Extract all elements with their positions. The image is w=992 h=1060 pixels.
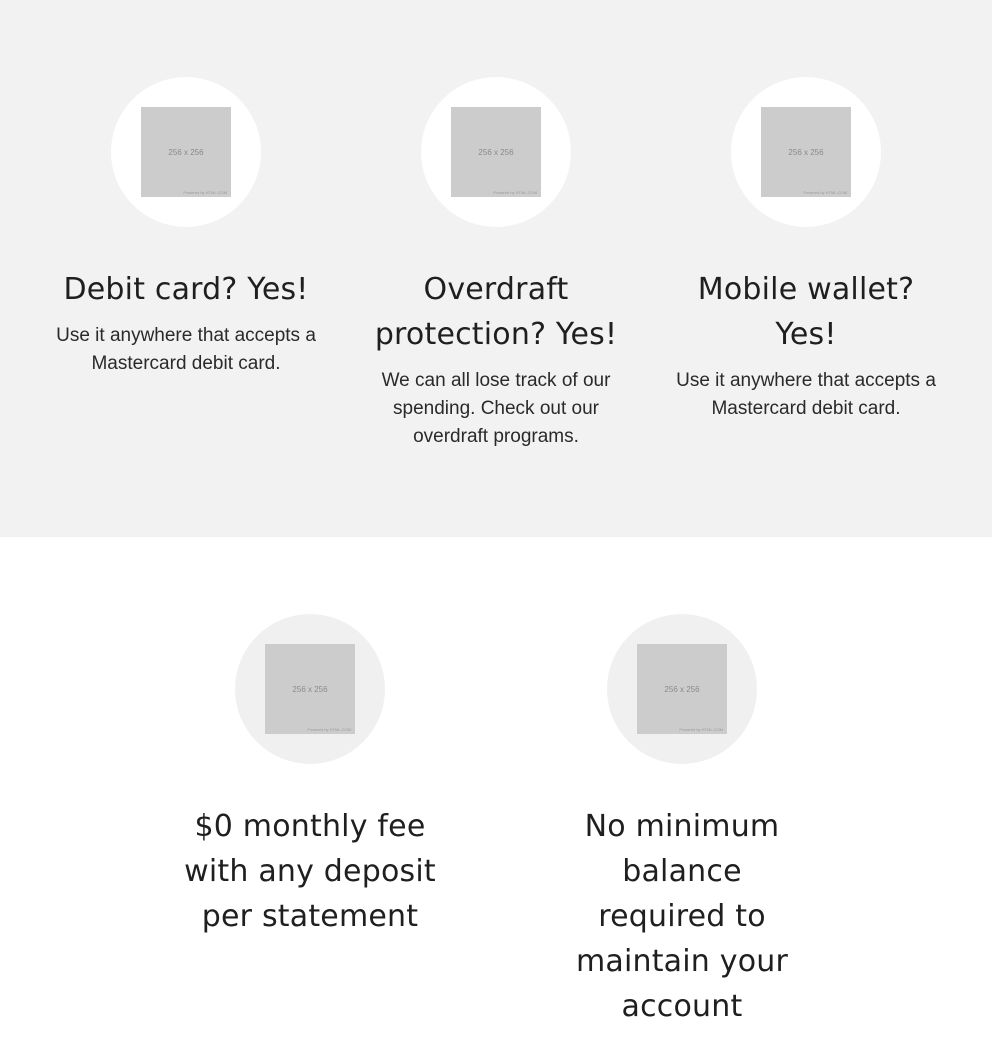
placeholder-size-label: 256 x 256 xyxy=(168,147,204,157)
placeholder-size-label: 256 x 256 xyxy=(478,147,514,157)
placeholder-size-label: 256 x 256 xyxy=(788,147,824,157)
feature-title: No minimum balance required to maintain … xyxy=(575,809,789,1024)
feature-icon-circle: 256 x 256 Powered by HTML.COM xyxy=(111,77,261,227)
feature-debit-card: 256 x 256 Powered by HTML.COM Debit card… xyxy=(46,77,326,378)
feature-title: Debit card? Yes! xyxy=(63,272,309,307)
feature-overdraft-protection: 256 x 256 Powered by HTML.COM Overdraft … xyxy=(356,77,636,451)
feature-title: Mobile wallet? Yes! xyxy=(697,272,915,352)
placeholder-credit: Powered by HTML.COM xyxy=(803,190,847,195)
feature-title: $0 monthly fee with any deposit per stat… xyxy=(184,809,436,934)
feature-description: Use it anywhere that accepts a Mastercar… xyxy=(56,325,316,374)
feature-icon-circle: 256 x 256 Powered by HTML.COM xyxy=(421,77,571,227)
placeholder-size-label: 256 x 256 xyxy=(664,684,700,694)
feature-minimum-balance: 256 x 256 Powered by HTML.COM No minimum… xyxy=(542,614,822,1029)
placeholder-image: 256 x 256 Powered by HTML.COM xyxy=(265,644,355,734)
placeholder-credit: Powered by HTML.COM xyxy=(183,190,227,195)
features-section-bottom: 256 x 256 Powered by HTML.COM $0 monthly… xyxy=(0,537,992,1060)
placeholder-image: 256 x 256 Powered by HTML.COM xyxy=(761,107,851,197)
feature-icon-circle: 256 x 256 Powered by HTML.COM xyxy=(731,77,881,227)
feature-title: Overdraft protection? Yes! xyxy=(374,272,618,352)
feature-monthly-fee: 256 x 256 Powered by HTML.COM $0 monthly… xyxy=(170,614,450,939)
placeholder-credit: Powered by HTML.COM xyxy=(307,727,351,732)
placeholder-size-label: 256 x 256 xyxy=(292,684,328,694)
placeholder-image: 256 x 256 Powered by HTML.COM xyxy=(451,107,541,197)
placeholder-credit: Powered by HTML.COM xyxy=(679,727,723,732)
features-section-top: 256 x 256 Powered by HTML.COM Debit card… xyxy=(0,0,992,537)
placeholder-credit: Powered by HTML.COM xyxy=(493,190,537,195)
feature-icon-circle: 256 x 256 Powered by HTML.COM xyxy=(607,614,757,764)
feature-icon-circle: 256 x 256 Powered by HTML.COM xyxy=(235,614,385,764)
feature-description: We can all lose track of our spending. C… xyxy=(381,370,611,447)
feature-mobile-wallet: 256 x 256 Powered by HTML.COM Mobile wal… xyxy=(666,77,946,423)
placeholder-image: 256 x 256 Powered by HTML.COM xyxy=(637,644,727,734)
feature-description: Use it anywhere that accepts a Mastercar… xyxy=(676,370,936,419)
placeholder-image: 256 x 256 Powered by HTML.COM xyxy=(141,107,231,197)
